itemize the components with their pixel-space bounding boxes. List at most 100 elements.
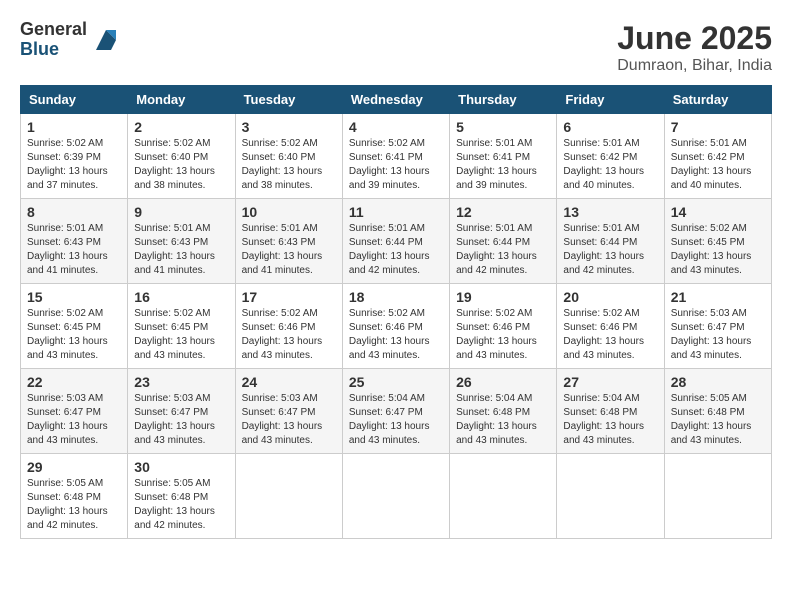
day-info: Sunrise: 5:03 AMSunset: 6:47 PMDaylight:… (134, 392, 228, 448)
empty-cell (235, 454, 342, 539)
day-cell-12: 12Sunrise: 5:01 AMSunset: 6:44 PMDayligh… (450, 199, 557, 284)
day-cell-5: 5 Sunrise: 5:01 AMSunset: 6:41 PMDaylight… (450, 114, 557, 199)
day-cell-13: 13 Sunrise: 5:01 AMSunset: 6:44 PMDayligh… (557, 199, 664, 284)
column-header-thursday: Thursday (450, 86, 557, 114)
day-info: Sunrise: 5:05 AMSunset: 6:48 PMDaylight:… (27, 477, 121, 533)
day-number: 1 (27, 119, 121, 135)
logo-general-text: General (20, 20, 87, 40)
day-number: 26 (456, 374, 550, 390)
day-info: Sunrise: 5:03 AMSunset: 6:47 PMDaylight:… (671, 307, 765, 363)
day-number: 29 (27, 459, 121, 475)
day-cell-11: 11 Sunrise: 5:01 AMSunset: 6:44 PMDayligh… (342, 199, 449, 284)
day-cell-7: 7 Sunrise: 5:01 AMSunset: 6:42 PMDaylight… (664, 114, 771, 199)
day-cell-20: 20Sunrise: 5:02 AMSunset: 6:46 PMDayligh… (557, 284, 664, 369)
day-info: Sunrise: 5:04 AMSunset: 6:48 PMDaylight:… (563, 392, 657, 448)
day-cell-8: 8 Sunrise: 5:01 AMSunset: 6:43 PMDaylight… (21, 199, 128, 284)
empty-cell (450, 454, 557, 539)
day-info: Sunrise: 5:03 AMSunset: 6:47 PMDaylight:… (27, 392, 121, 448)
title-area: June 2025 Dumraon, Bihar, India (617, 20, 772, 75)
day-number: 18 (349, 289, 443, 305)
day-cell-10: 10 Sunrise: 5:01 AMSunset: 6:43 PMDayligh… (235, 199, 342, 284)
logo: General Blue (20, 20, 121, 60)
day-number: 22 (27, 374, 121, 390)
day-info: Sunrise: 5:02 AMSunset: 6:46 PMDaylight:… (456, 307, 550, 363)
day-info: Sunrise: 5:02 AMSunset: 6:40 PMDaylight:… (242, 137, 336, 193)
day-number: 24 (242, 374, 336, 390)
day-number: 25 (349, 374, 443, 390)
empty-cell (664, 454, 771, 539)
day-info: Sunrise: 5:01 AMSunset: 6:43 PMDaylight:… (134, 222, 228, 278)
calendar-header-row: SundayMondayTuesdayWednesdayThursdayFrid… (21, 86, 772, 114)
day-number: 11 (349, 204, 443, 220)
day-number: 21 (671, 289, 765, 305)
day-cell-26: 26 Sunrise: 5:04 AMSunset: 6:48 PMDayligh… (450, 369, 557, 454)
day-info: Sunrise: 5:01 AMSunset: 6:42 PMDaylight:… (563, 137, 657, 193)
day-cell-3: 3 Sunrise: 5:02 AMSunset: 6:40 PMDaylight… (235, 114, 342, 199)
day-cell-24: 24 Sunrise: 5:03 AMSunset: 6:47 PMDayligh… (235, 369, 342, 454)
day-number: 17 (242, 289, 336, 305)
day-number: 4 (349, 119, 443, 135)
day-number: 19 (456, 289, 550, 305)
day-info: Sunrise: 5:01 AMSunset: 6:42 PMDaylight:… (671, 137, 765, 193)
day-info: Sunrise: 5:01 AMSunset: 6:44 PMDaylight:… (563, 222, 657, 278)
day-cell-30: 30 Sunrise: 5:05 AMSunset: 6:48 PMDayligh… (128, 454, 235, 539)
day-cell-25: 25Sunrise: 5:04 AMSunset: 6:47 PMDayligh… (342, 369, 449, 454)
day-number: 16 (134, 289, 228, 305)
day-cell-15: 15Sunrise: 5:02 AMSunset: 6:45 PMDayligh… (21, 284, 128, 369)
column-header-wednesday: Wednesday (342, 86, 449, 114)
day-cell-16: 16 Sunrise: 5:02 AMSunset: 6:45 PMDayligh… (128, 284, 235, 369)
logo-blue-text: Blue (20, 40, 87, 60)
day-number: 3 (242, 119, 336, 135)
day-cell-9: 9 Sunrise: 5:01 AMSunset: 6:43 PMDaylight… (128, 199, 235, 284)
day-info: Sunrise: 5:03 AMSunset: 6:47 PMDaylight:… (242, 392, 336, 448)
day-info: Sunrise: 5:02 AMSunset: 6:41 PMDaylight:… (349, 137, 443, 193)
day-number: 12 (456, 204, 550, 220)
header: General Blue June 2025 Dumraon, Bihar, I… (20, 20, 772, 75)
empty-cell (342, 454, 449, 539)
week-row-1: 1 Sunrise: 5:02 AMSunset: 6:39 PMDaylight… (21, 114, 772, 199)
day-info: Sunrise: 5:02 AMSunset: 6:40 PMDaylight:… (134, 137, 228, 193)
day-cell-4: 4 Sunrise: 5:02 AMSunset: 6:41 PMDaylight… (342, 114, 449, 199)
column-header-tuesday: Tuesday (235, 86, 342, 114)
day-cell-1: 1 Sunrise: 5:02 AMSunset: 6:39 PMDaylight… (21, 114, 128, 199)
day-number: 13 (563, 204, 657, 220)
day-number: 30 (134, 459, 228, 475)
day-info: Sunrise: 5:01 AMSunset: 6:44 PMDaylight:… (349, 222, 443, 278)
day-info: Sunrise: 5:02 AMSunset: 6:45 PMDaylight:… (134, 307, 228, 363)
day-cell-6: 6 Sunrise: 5:01 AMSunset: 6:42 PMDaylight… (557, 114, 664, 199)
day-cell-29: 29 Sunrise: 5:05 AMSunset: 6:48 PMDayligh… (21, 454, 128, 539)
day-cell-22: 22 Sunrise: 5:03 AMSunset: 6:47 PMDayligh… (21, 369, 128, 454)
day-info: Sunrise: 5:01 AMSunset: 6:43 PMDaylight:… (27, 222, 121, 278)
month-year: June 2025 (617, 20, 772, 57)
week-row-4: 22 Sunrise: 5:03 AMSunset: 6:47 PMDayligh… (21, 369, 772, 454)
day-cell-21: 21 Sunrise: 5:03 AMSunset: 6:47 PMDayligh… (664, 284, 771, 369)
day-number: 2 (134, 119, 228, 135)
week-row-2: 8 Sunrise: 5:01 AMSunset: 6:43 PMDaylight… (21, 199, 772, 284)
day-info: Sunrise: 5:02 AMSunset: 6:45 PMDaylight:… (27, 307, 121, 363)
day-info: Sunrise: 5:02 AMSunset: 6:45 PMDaylight:… (671, 222, 765, 278)
empty-cell (557, 454, 664, 539)
day-number: 7 (671, 119, 765, 135)
day-cell-23: 23 Sunrise: 5:03 AMSunset: 6:47 PMDayligh… (128, 369, 235, 454)
day-info: Sunrise: 5:01 AMSunset: 6:41 PMDaylight:… (456, 137, 550, 193)
day-number: 6 (563, 119, 657, 135)
calendar: SundayMondayTuesdayWednesdayThursdayFrid… (20, 85, 772, 539)
day-number: 8 (27, 204, 121, 220)
day-info: Sunrise: 5:01 AMSunset: 6:43 PMDaylight:… (242, 222, 336, 278)
day-number: 5 (456, 119, 550, 135)
day-cell-19: 19 Sunrise: 5:02 AMSunset: 6:46 PMDayligh… (450, 284, 557, 369)
day-info: Sunrise: 5:05 AMSunset: 6:48 PMDaylight:… (134, 477, 228, 533)
day-cell-2: 2 Sunrise: 5:02 AMSunset: 6:40 PMDaylight… (128, 114, 235, 199)
day-number: 9 (134, 204, 228, 220)
day-number: 28 (671, 374, 765, 390)
day-cell-18: 18Sunrise: 5:02 AMSunset: 6:46 PMDayligh… (342, 284, 449, 369)
day-number: 10 (242, 204, 336, 220)
day-number: 20 (563, 289, 657, 305)
week-row-3: 15Sunrise: 5:02 AMSunset: 6:45 PMDayligh… (21, 284, 772, 369)
day-number: 23 (134, 374, 228, 390)
day-info: Sunrise: 5:05 AMSunset: 6:48 PMDaylight:… (671, 392, 765, 448)
day-cell-14: 14Sunrise: 5:02 AMSunset: 6:45 PMDayligh… (664, 199, 771, 284)
day-info: Sunrise: 5:04 AMSunset: 6:48 PMDaylight:… (456, 392, 550, 448)
column-header-saturday: Saturday (664, 86, 771, 114)
day-info: Sunrise: 5:02 AMSunset: 6:39 PMDaylight:… (27, 137, 121, 193)
